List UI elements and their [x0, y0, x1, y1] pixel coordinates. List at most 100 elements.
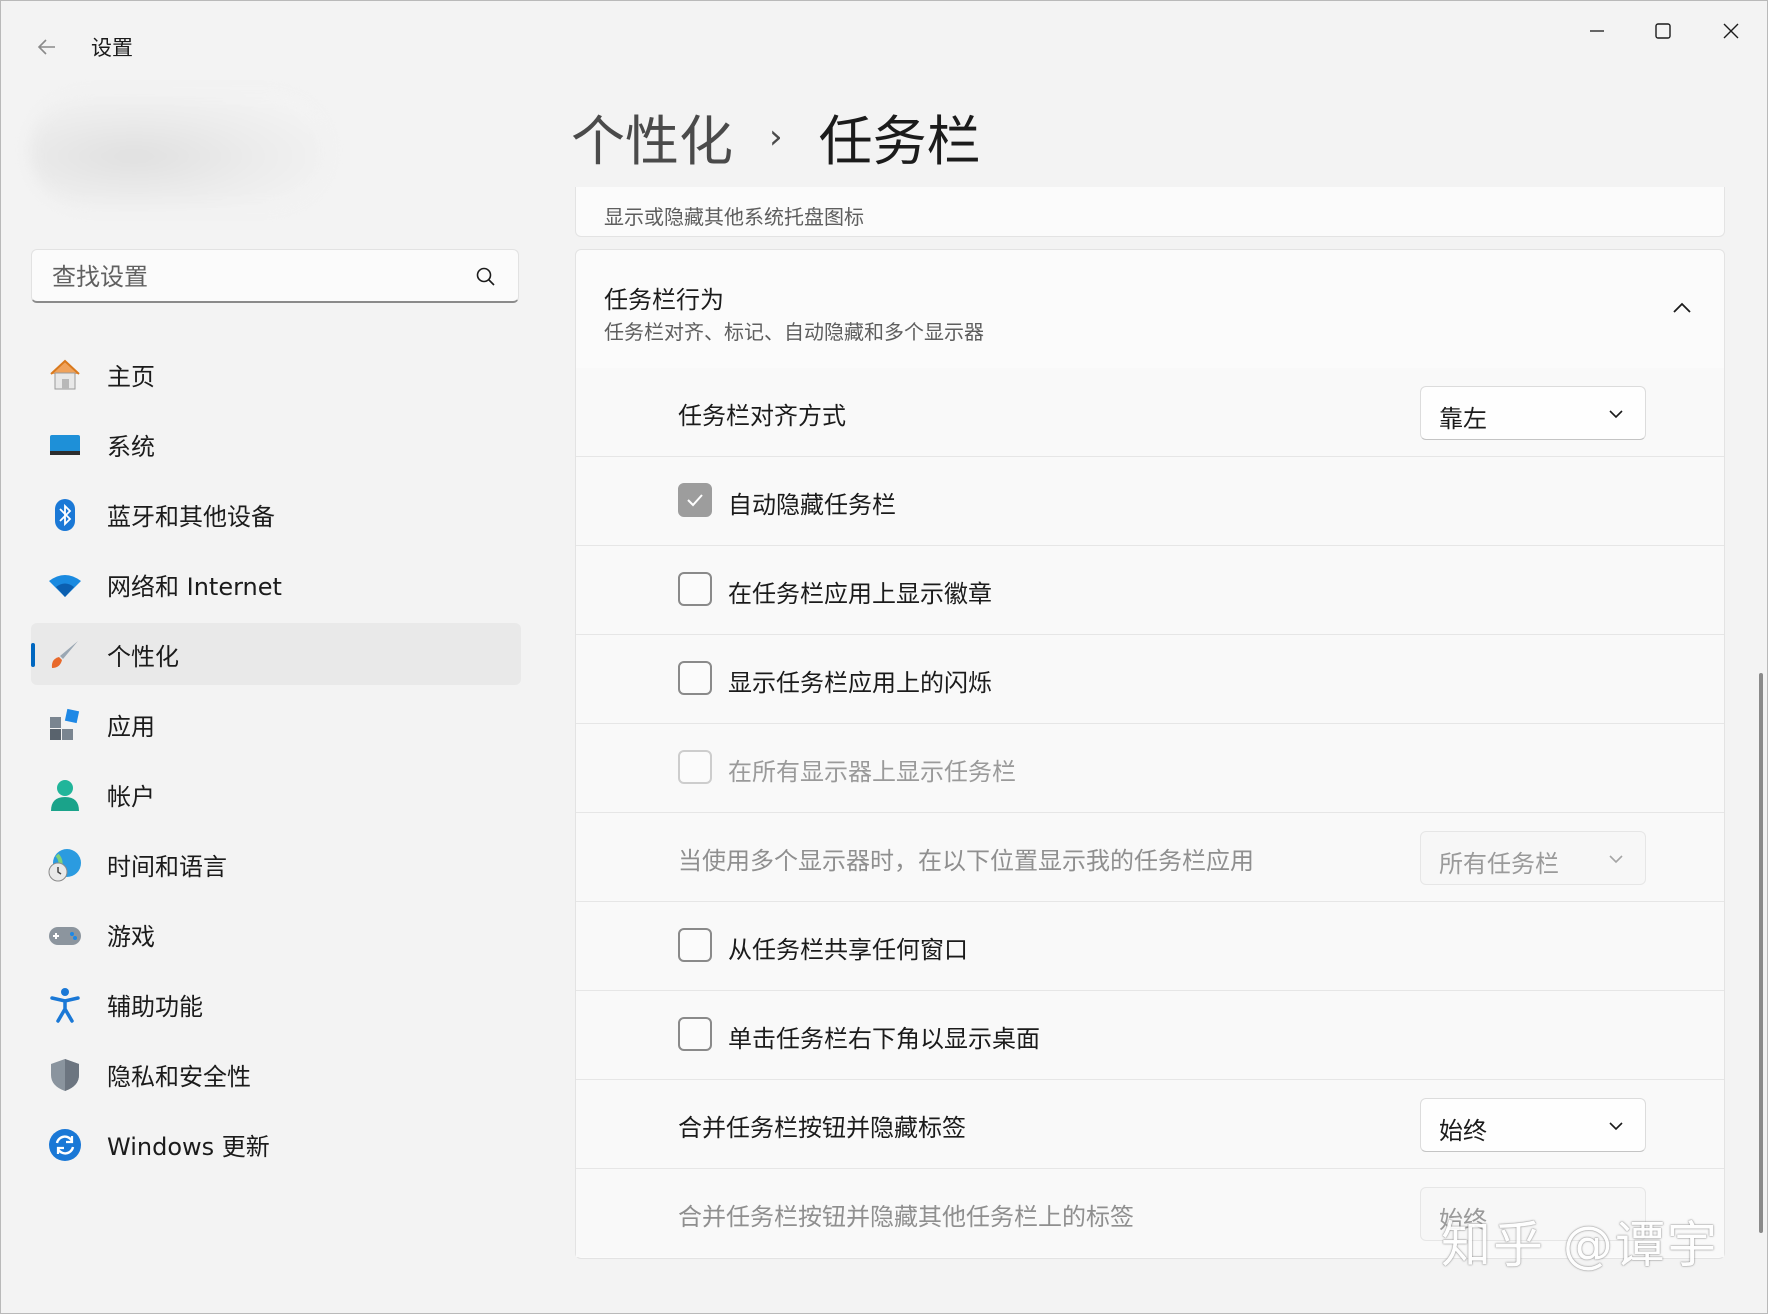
badges-row: 在任务栏应用上显示徽章: [576, 546, 1724, 635]
combine-dropdown[interactable]: 始终: [1420, 1098, 1646, 1152]
taskbar-behaviors-header[interactable]: 任务栏行为 任务栏对齐、标记、自动隐藏和多个显示器: [576, 250, 1724, 369]
chevron-down-icon: [1609, 1122, 1623, 1131]
auto-hide-row: 自动隐藏任务栏: [576, 457, 1724, 546]
auto-hide-label: 自动隐藏任务栏: [728, 491, 896, 519]
search-icon[interactable]: [474, 265, 498, 289]
sidebar-item-windows-update[interactable]: Windows 更新: [31, 1113, 521, 1175]
title-bar: 设置: [1, 1, 1767, 91]
sidebar-item-label: Windows 更新: [107, 1132, 270, 1161]
card-subtitle: 显示或隐藏其他系统托盘图标: [604, 205, 864, 229]
sidebar-item-label: 游戏: [107, 922, 155, 951]
selection-indicator: [31, 643, 35, 667]
sidebar-item-privacy[interactable]: 隐私和安全性: [31, 1043, 521, 1105]
sidebar-item-label: 隐私和安全性: [107, 1062, 251, 1091]
brush-icon: [51, 641, 78, 668]
dropdown-value: 始终: [1439, 1117, 1487, 1145]
breadcrumb: 个性化 › 任务栏: [571, 97, 981, 176]
sidebar-item-label: 辅助功能: [107, 992, 203, 1021]
system-icon: [50, 435, 80, 455]
auto-hide-checkbox[interactable]: [678, 483, 712, 517]
sidebar-item-time-language[interactable]: 时间和语言: [31, 833, 521, 895]
share-window-checkbox[interactable]: [678, 928, 712, 962]
sidebar-item-label: 时间和语言: [107, 852, 227, 881]
sidebar-item-accounts[interactable]: 帐户: [31, 763, 521, 825]
settings-window: 设置 主页: [0, 0, 1768, 1314]
breadcrumb-parent[interactable]: 个性化: [571, 97, 733, 176]
system-tray-card[interactable]: 显示或隐藏其他系统托盘图标: [575, 187, 1725, 237]
show-desktop-checkbox[interactable]: [678, 1017, 712, 1051]
globe-clock-icon: [48, 849, 81, 882]
close-button[interactable]: [1701, 11, 1761, 51]
dropdown-value: 所有任务栏: [1439, 850, 1559, 878]
search-box[interactable]: [31, 249, 519, 303]
flashing-row: 显示任务栏应用上的闪烁: [576, 635, 1724, 724]
shield-icon: [51, 1059, 79, 1091]
multi-display-label: 当使用多个显示器时，在以下位置显示我的任务栏应用: [678, 847, 1254, 875]
sidebar-item-apps[interactable]: 应用: [31, 693, 521, 755]
combine-row: 合并任务栏按钮并隐藏标签 始终: [576, 1080, 1724, 1169]
sidebar-item-label: 网络和 Internet: [107, 572, 282, 601]
accessibility-icon: [50, 988, 80, 1023]
flashing-label: 显示任务栏应用上的闪烁: [728, 669, 992, 697]
sidebar-item-label: 个性化: [107, 642, 179, 671]
show-desktop-row: 单击任务栏右下角以显示桌面: [576, 991, 1724, 1080]
badges-label: 在任务栏应用上显示徽章: [728, 580, 992, 608]
watermark: 知乎 @谭宇: [1441, 1216, 1719, 1274]
gamepad-icon: [49, 927, 81, 945]
alignment-label: 任务栏对齐方式: [678, 402, 846, 430]
group-title: 任务栏行为: [604, 286, 724, 314]
combine-other-label: 合并任务栏按钮并隐藏其他任务栏上的标签: [678, 1203, 1134, 1231]
bluetooth-icon: [55, 499, 75, 531]
chevron-down-icon: [1609, 410, 1623, 419]
multi-display-row: 当使用多个显示器时，在以下位置显示我的任务栏应用 所有任务栏: [576, 813, 1724, 902]
sidebar-item-home[interactable]: 主页: [31, 343, 521, 405]
share-window-row: 从任务栏共享任何窗口: [576, 902, 1724, 991]
flashing-checkbox[interactable]: [678, 661, 712, 695]
all-displays-label: 在所有显示器上显示任务栏: [728, 758, 1016, 786]
group-subtitle: 任务栏对齐、标记、自动隐藏和多个显示器: [604, 320, 984, 344]
update-icon: [49, 1129, 81, 1161]
multi-display-dropdown: 所有任务栏: [1420, 831, 1646, 885]
alignment-dropdown[interactable]: 靠左: [1420, 386, 1646, 440]
minimize-button[interactable]: [1567, 11, 1627, 51]
scrollbar[interactable]: [1759, 673, 1763, 1233]
minimize-icon: [1590, 30, 1604, 32]
checkmark-icon: [687, 494, 703, 507]
back-arrow-icon: [37, 39, 55, 55]
apps-icon: [50, 708, 80, 740]
badges-checkbox[interactable]: [678, 572, 712, 606]
page-title: 任务栏: [818, 110, 981, 173]
sidebar-item-personalization[interactable]: 个性化: [31, 623, 521, 685]
sidebar-item-label: 应用: [107, 712, 155, 741]
app-title: 设置: [91, 36, 133, 60]
search-input[interactable]: [50, 260, 454, 294]
chevron-down-icon: [1609, 855, 1623, 864]
wifi-icon: [49, 575, 81, 597]
combine-label: 合并任务栏按钮并隐藏标签: [678, 1114, 966, 1142]
share-window-label: 从任务栏共享任何窗口: [728, 936, 968, 964]
sidebar-item-bluetooth[interactable]: 蓝牙和其他设备: [31, 483, 521, 545]
taskbar-behaviors-group: 任务栏行为 任务栏对齐、标记、自动隐藏和多个显示器 任务栏对齐方式 靠左 自动隐…: [575, 249, 1725, 1259]
sidebar-item-label: 蓝牙和其他设备: [107, 502, 275, 531]
sidebar-nav: 主页 系统 蓝牙和其他设备 网络和 Internet 个性化 应用 帐户 时间和…: [31, 343, 521, 1183]
maximize-button[interactable]: [1633, 11, 1693, 51]
sidebar-item-label: 帐户: [107, 782, 155, 811]
sidebar-item-label: 系统: [107, 432, 155, 461]
show-desktop-label: 单击任务栏右下角以显示桌面: [728, 1025, 1040, 1053]
account-icon: [51, 780, 79, 811]
dropdown-value: 靠左: [1439, 405, 1487, 433]
home-icon: [50, 359, 80, 390]
alignment-row: 任务栏对齐方式 靠左: [576, 368, 1724, 457]
sidebar-item-accessibility[interactable]: 辅助功能: [31, 973, 521, 1035]
sidebar-item-system[interactable]: 系统: [31, 413, 521, 475]
back-button[interactable]: [27, 27, 67, 67]
sidebar-item-gaming[interactable]: 游戏: [31, 903, 521, 965]
maximize-icon: [1655, 23, 1671, 39]
all-displays-checkbox: [678, 750, 712, 784]
settings-content: 显示或隐藏其他系统托盘图标 任务栏行为 任务栏对齐、标记、自动隐藏和多个显示器 …: [575, 187, 1727, 1267]
chevron-up-icon[interactable]: [1668, 294, 1696, 322]
sidebar-item-network[interactable]: 网络和 Internet: [31, 553, 521, 615]
breadcrumb-separator: ›: [769, 116, 783, 157]
account-avatar[interactable]: [29, 93, 329, 208]
all-displays-row: 在所有显示器上显示任务栏: [576, 724, 1724, 813]
